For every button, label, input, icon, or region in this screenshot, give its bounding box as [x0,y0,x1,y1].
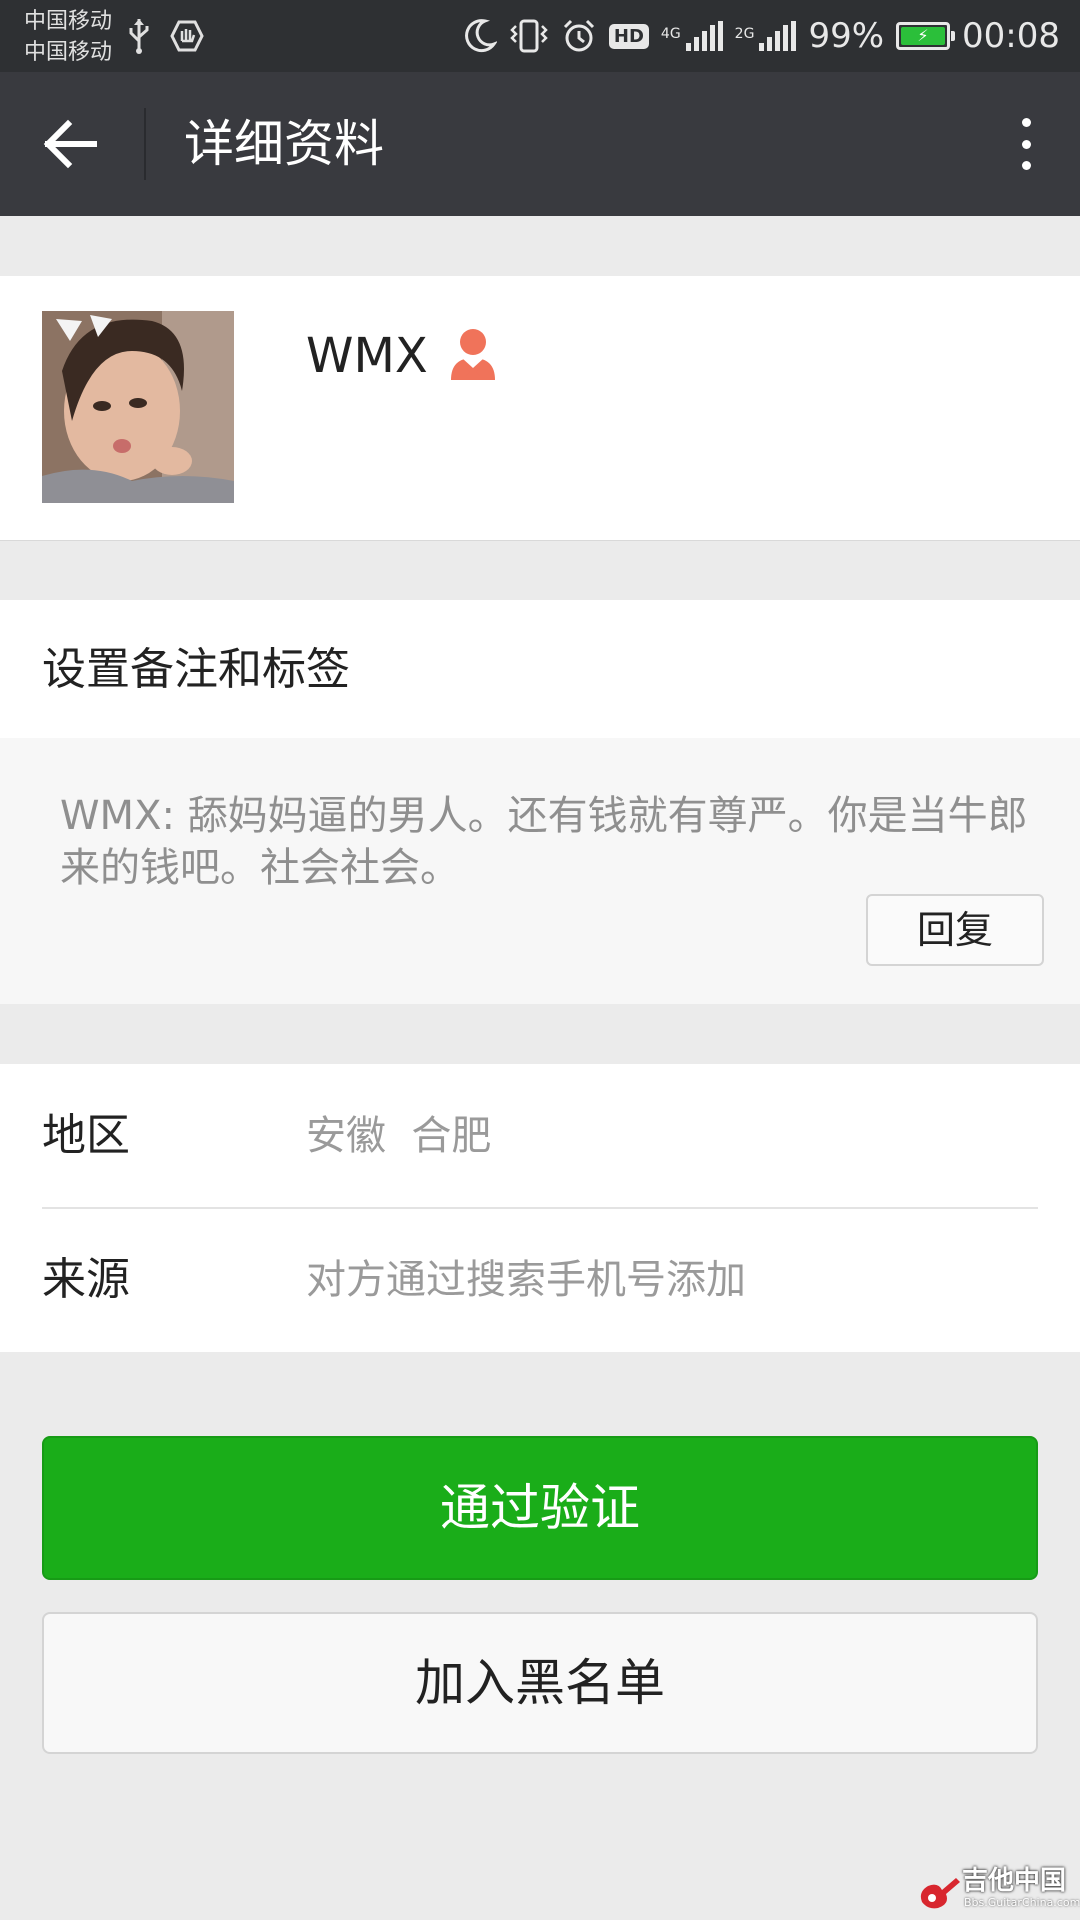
title-bar: 详细资料 [0,72,1080,216]
signal-icon: 2G [735,21,797,51]
region-row: 地区 安徽 合肥 [0,1064,1080,1209]
title-divider [144,108,146,180]
avatar[interactable] [42,311,234,503]
watermark: 吉他中国 Bbs.GuitarChina.com [916,1866,1080,1916]
carrier-labels: 中国移动 中国移动 [24,6,112,68]
source-value: 对方通过搜索手机号添加 [306,1257,746,1303]
signal-icon: 4G [661,21,723,51]
carrier-label-1: 中国移动 [24,9,113,34]
status-left-icons [128,16,204,56]
source-row: 来源 对方通过搜索手机号添加 [0,1208,1080,1352]
reply-button[interactable]: 回复 [866,894,1044,966]
region-value: 安徽 合肥 [306,1113,492,1159]
carrier-label-2: 中国移动 [24,40,113,65]
usb-icon [129,19,149,54]
vibrate-icon [510,19,548,53]
add-to-blacklist-button[interactable]: 加入黑名单 [42,1612,1038,1754]
verification-message: WMX: 舔妈妈逼的男人。还有钱就有尊严。你是当牛郎来的钱吧。社会社会。 [60,793,1028,891]
moon-icon [464,19,497,53]
more-button[interactable] [1008,114,1044,174]
battery-charging-icon: ⚡ [896,22,956,50]
guitar-logo-icon [920,1878,960,1909]
set-remark-tags[interactable]: 设置备注和标签 [42,640,350,700]
signal-tag-2g: 2G [734,26,755,42]
info-section: 地区 安徽 合肥 来源 对方通过搜索手机号添加 [0,1064,1080,1352]
avatar-image [42,311,234,503]
status-time: 00:08 [962,16,1060,56]
signal-tag-4g: 4G [660,26,681,42]
profile-card: WMX [0,276,1080,541]
watermark-url: Bbs.GuitarChina.com [964,1896,1080,1909]
status-right-icons: HD 4G 2G 99% ⚡ 00:08 [463,10,1060,62]
accept-verification-button[interactable]: 通过验证 [42,1436,1038,1580]
contact-name: WMX [306,328,428,384]
source-label: 来源 [42,1254,130,1305]
region-label: 地区 [42,1110,130,1161]
back-button[interactable] [40,114,100,174]
alarm-icon [563,19,594,52]
page-title: 详细资料 [184,115,384,173]
watermark-name: 吉他中国 [962,1866,1067,1896]
verification-message-box: WMX: 舔妈妈逼的男人。还有钱就有尊严。你是当牛郎来的钱吧。社会社会。 回复 [0,738,1080,1004]
battery-percent: 99% [808,16,885,56]
female-icon [451,329,495,380]
remark-section: 设置备注和标签 WMX: 舔妈妈逼的男人。还有钱就有尊严。你是当牛郎来的钱吧。社… [0,600,1080,1004]
bolt-icon: ⚡ [917,26,929,45]
security-icon [170,20,204,52]
arrow-left-icon [43,119,97,169]
status-bar: 中国移动 中国移动 HD 4G 2G 99% ⚡ 00:08 [0,0,1080,72]
hd-icon: HD [608,23,649,49]
